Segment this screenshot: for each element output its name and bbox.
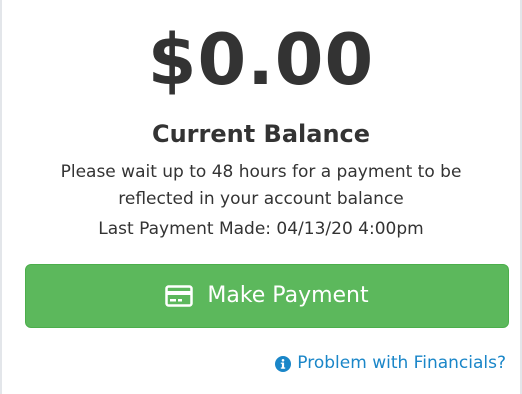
payment-delay-note: Please wait up to 48 hours for a payment… <box>60 162 462 209</box>
make-payment-label: Make Payment <box>207 283 369 308</box>
financials-help-link[interactable]: Problem with Financials? <box>275 351 506 375</box>
credit-card-icon <box>165 285 194 307</box>
balance-amount: $0.00 <box>147 19 375 101</box>
last-payment-text: Last Payment Made: 04/13/20 4:00pm <box>98 219 424 239</box>
make-payment-button[interactable]: Make Payment <box>25 264 509 328</box>
info-circle-icon <box>275 355 292 372</box>
balance-label: Current Balance <box>151 120 371 148</box>
balance-card: $0.00 Current Balance Please wait up to … <box>0 0 522 394</box>
financials-help-label: Problem with Financials? <box>297 353 506 373</box>
